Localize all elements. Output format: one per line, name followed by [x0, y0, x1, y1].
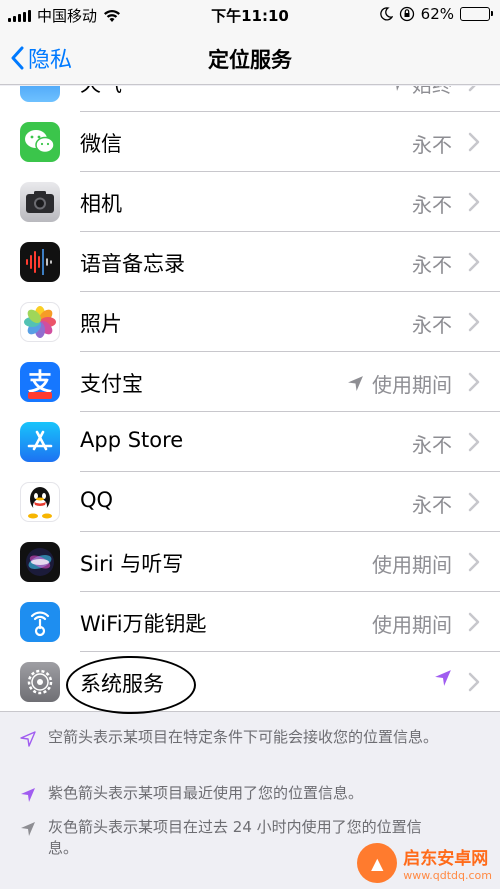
watermark-name: 启东安卓网: [403, 849, 489, 869]
list-item-wifi-key[interactable]: WiFi万能钥匙 使用期间: [0, 592, 500, 652]
location-setting-value: 使用期间: [372, 553, 452, 577]
location-setting-value: 永不: [412, 313, 452, 337]
location-setting-value: 始终: [412, 86, 452, 98]
legend-hollow-arrow: 空箭头表示某项目在特定条件下可能会接收您的位置信息。: [20, 727, 440, 748]
siri-app-icon: [20, 542, 60, 582]
list-item-siri[interactable]: Siri 与听写 使用期间: [0, 532, 500, 592]
wifi-key-app-icon: [20, 602, 60, 642]
qq-app-icon: [20, 482, 60, 522]
watermark-logo-icon: ▲: [357, 843, 398, 883]
location-setting-value: 永不: [412, 193, 452, 217]
location-setting-value: 使用期间: [372, 373, 452, 397]
camera-app-icon: [20, 182, 60, 222]
list-item-app-store[interactable]: App Store 永不: [0, 412, 500, 472]
app-store-app-icon: [20, 422, 60, 462]
legend-purple-arrow: 紫色箭头表示某项目最近使用了您的位置信息。: [20, 783, 440, 804]
list-item-wechat[interactable]: 微信 永不: [0, 112, 500, 172]
chevron-right-icon: [468, 372, 480, 392]
chevron-right-icon: [468, 312, 480, 332]
location-setting-value: 使用期间: [372, 613, 452, 637]
list-item-qq[interactable]: QQ 永不: [0, 472, 500, 532]
app-name: 微信: [80, 132, 122, 156]
app-name: 照片: [80, 312, 122, 336]
purple-arrow-icon: [21, 788, 35, 802]
gray-arrow-icon: [21, 822, 35, 836]
moon-icon: [379, 7, 393, 21]
app-name: Siri 与听写: [80, 552, 184, 576]
chevron-right-icon: [468, 492, 480, 512]
purple-location-arrow-icon: [435, 670, 451, 686]
list-item-camera[interactable]: 相机 永不: [0, 172, 500, 232]
list-item-photos[interactable]: 照片 永不: [0, 292, 500, 352]
chevron-right-icon: [468, 86, 476, 92]
voice-memos-app-icon: [20, 242, 60, 282]
chevron-right-icon: [468, 612, 480, 632]
page-title: 定位服务: [208, 48, 292, 72]
weather-app-icon: [20, 86, 60, 102]
list-item-alipay[interactable]: 支 支付宝 使用期间: [0, 352, 500, 412]
status-bar: 中国移动 下午11:10 62%: [0, 0, 500, 30]
location-setting-value: 永不: [412, 493, 452, 517]
orientation-lock-icon: [399, 6, 414, 22]
chevron-right-icon: [468, 132, 480, 152]
photos-app-icon: [20, 302, 60, 342]
chevron-right-icon: [468, 672, 480, 692]
app-name: 支付宝: [80, 372, 143, 396]
highlight-ellipse: [66, 656, 196, 714]
app-name: 语音备忘录: [80, 252, 185, 276]
gray-location-arrow-icon: [348, 376, 363, 391]
app-name: WiFi万能钥匙: [80, 612, 207, 636]
location-setting-value: 永不: [412, 253, 452, 277]
chevron-right-icon: [468, 432, 480, 452]
settings-gear-app-icon: [20, 662, 60, 702]
location-setting-value: 永不: [412, 433, 452, 457]
app-location-list: 天气 始终 微信 永不 相机: [0, 86, 500, 712]
list-item-voice-memos[interactable]: 语音备忘录 永不: [0, 232, 500, 292]
app-name: App Store: [80, 428, 184, 452]
hollow-purple-arrow-icon: [20, 731, 36, 747]
location-setting-value: 永不: [412, 133, 452, 157]
wechat-app-icon: [20, 122, 60, 162]
alipay-app-icon: 支: [20, 362, 60, 402]
watermark-url: www.qdtdq.com: [403, 869, 492, 882]
battery-icon: [460, 7, 493, 21]
chevron-right-icon: [468, 192, 480, 212]
list-item-weather[interactable]: 天气 始终: [0, 86, 500, 112]
chevron-right-icon: [468, 552, 480, 572]
app-name: 相机: [80, 192, 122, 216]
battery-percent: 62%: [420, 5, 454, 23]
gray-location-arrow-icon: [396, 86, 399, 91]
site-watermark: ▲ 启东安卓网 www.qdtdq.com: [357, 843, 492, 883]
chevron-right-icon: [468, 252, 480, 272]
navigation-bar: 隐私 定位服务: [0, 30, 500, 85]
app-name: QQ: [80, 488, 114, 512]
